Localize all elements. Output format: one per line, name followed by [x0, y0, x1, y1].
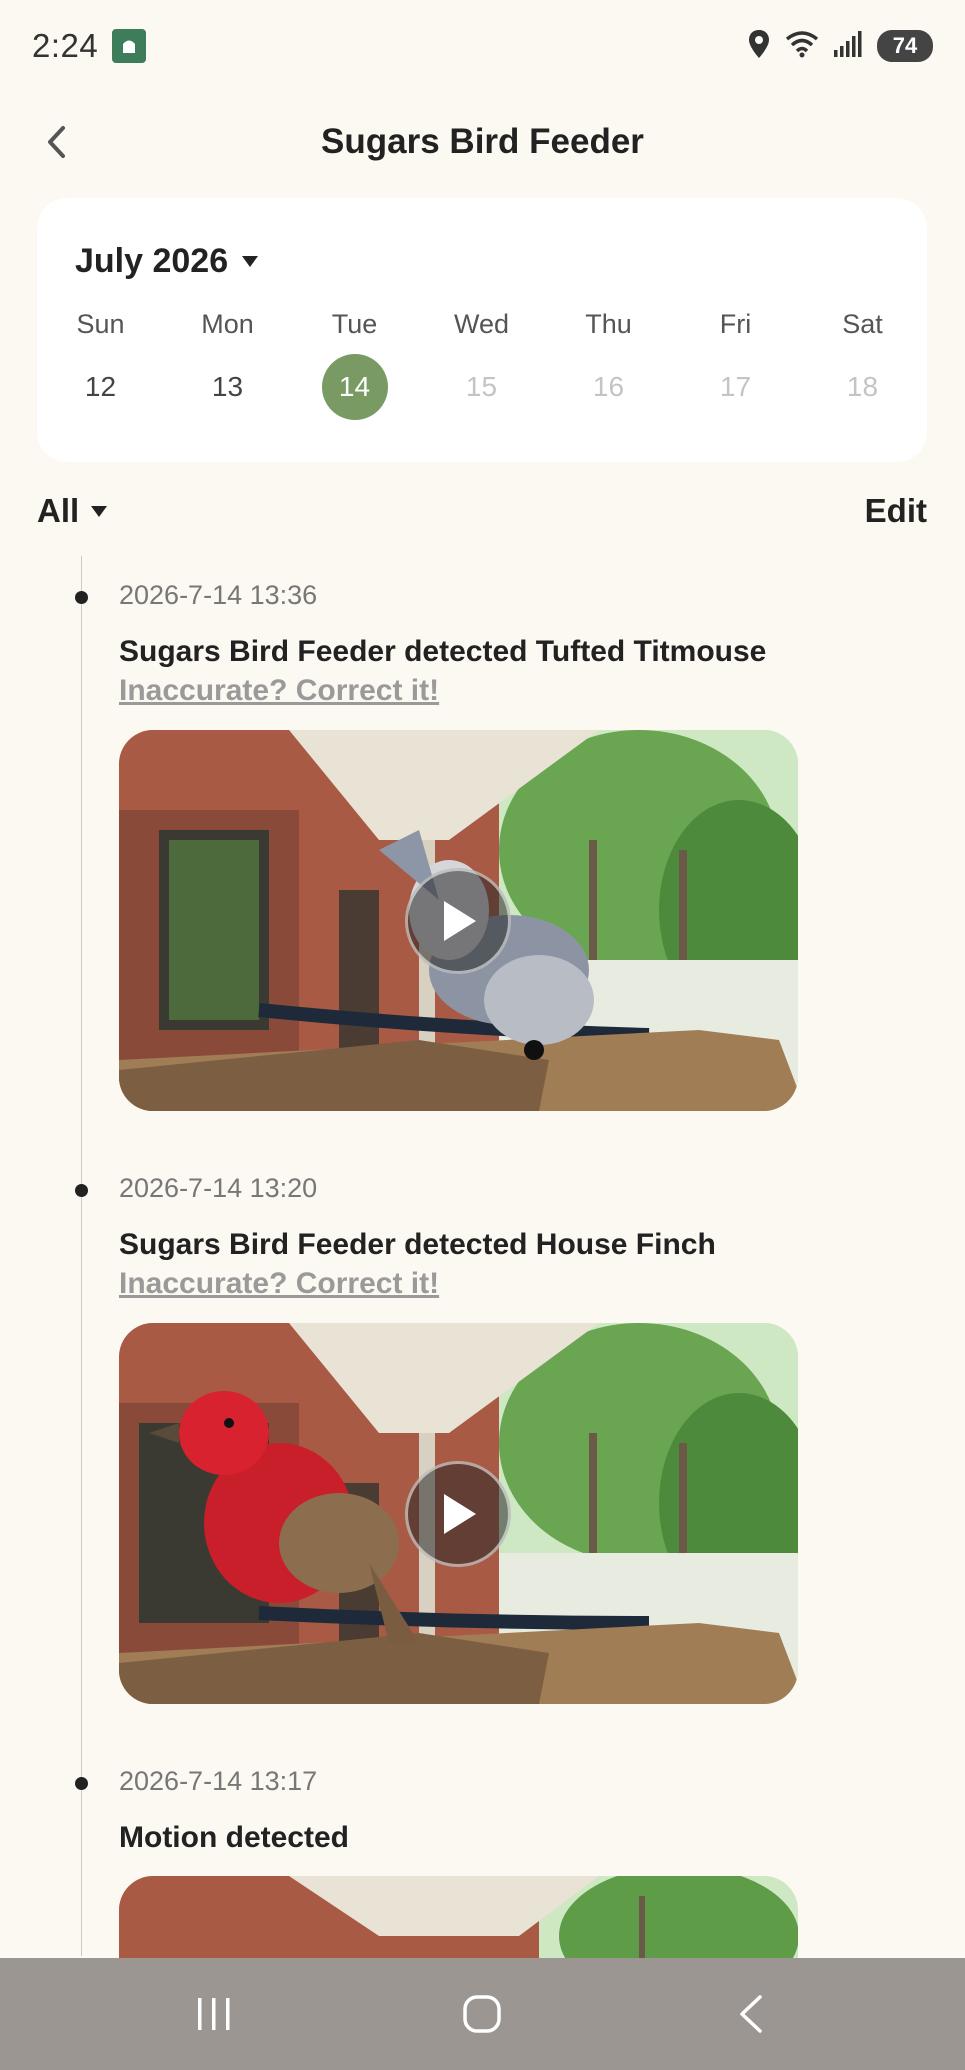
back-nav-button[interactable] — [711, 1974, 791, 2054]
page-title: Sugars Bird Feeder — [321, 122, 644, 161]
wifi-icon — [785, 30, 819, 63]
month-selector[interactable]: July 2026 — [75, 242, 259, 281]
system-nav-bar — [0, 1958, 965, 2070]
event-text: Motion detected — [119, 1821, 349, 1854]
date-14-selected[interactable]: 14 — [291, 354, 418, 420]
video-thumbnail[interactable] — [119, 1876, 798, 1958]
play-button[interactable] — [405, 868, 511, 974]
filter-row: All Edit — [37, 488, 927, 534]
video-thumbnail[interactable] — [119, 1323, 798, 1704]
play-icon — [444, 901, 476, 941]
weekday-label: Sun — [76, 308, 125, 339]
date-16: 16 — [592, 371, 625, 402]
event-text: Sugars Bird Feeder detected House Finch — [119, 1228, 716, 1261]
home-button[interactable] — [442, 1974, 522, 2054]
weekday-row: Sun Mon Tue Wed Thu Fri Sat — [37, 306, 927, 342]
video-thumbnail[interactable] — [119, 730, 798, 1111]
recent-apps-icon — [198, 1998, 230, 2030]
home-icon — [463, 1995, 502, 2033]
timeline-dot — [75, 1777, 88, 1790]
weekday-label: Wed — [453, 308, 510, 339]
back-arrow-icon — [740, 1995, 762, 2033]
timeline-dot — [75, 1184, 88, 1197]
month-label: July 2026 — [75, 242, 229, 280]
status-time: 2:24 — [32, 27, 99, 64]
date-13[interactable]: 13 — [164, 354, 291, 420]
battery-indicator: 74 — [877, 30, 933, 62]
calendar-card: July 2026 Sun Mon Tue Wed Thu Fri Sat 12… — [37, 198, 927, 462]
filter-dropdown[interactable]: All — [37, 492, 108, 530]
date-18: 18 — [846, 371, 879, 402]
caret-down-icon — [91, 505, 108, 517]
chevron-left-icon — [48, 126, 65, 158]
weekday-label: Thu — [585, 308, 632, 339]
motion-scene-image — [119, 1876, 798, 1958]
event-time: 2026-7-14 13:17 — [119, 1766, 318, 1796]
header: Sugars Bird Feeder — [0, 100, 965, 184]
date-12[interactable]: 12 — [37, 354, 164, 420]
location-icon — [747, 29, 771, 64]
weekday-label: Fri — [719, 308, 752, 339]
timeline-line — [81, 556, 82, 1956]
event-time: 2026-7-14 13:36 — [119, 580, 318, 610]
date-row: 12 13 14 15 16 17 18 — [37, 354, 927, 420]
status-bar: 2:24 74 — [0, 0, 965, 92]
status-right: 74 — [747, 29, 933, 64]
date-17: 17 — [719, 371, 752, 402]
correct-it-link[interactable]: Inaccurate? Correct it! — [119, 674, 439, 707]
back-button[interactable] — [34, 120, 78, 164]
app-notification-icon — [112, 29, 147, 63]
selected-date-circle: 14 — [321, 354, 388, 420]
event-description: Sugars Bird Feeder detected Tufted Titmo… — [119, 632, 819, 710]
play-icon — [444, 1494, 476, 1534]
filter-label: All — [37, 492, 80, 529]
play-button[interactable] — [405, 1461, 511, 1567]
event-time: 2026-7-14 13:20 — [119, 1173, 318, 1203]
weekday-label: Mon — [201, 308, 254, 339]
date-15: 15 — [465, 371, 498, 402]
recent-apps-button[interactable] — [174, 1974, 254, 2054]
weekday-label: Tue — [331, 308, 378, 339]
weekday-label: Sat — [842, 308, 883, 339]
status-left: 2:24 — [32, 27, 147, 65]
event-description: Motion detected — [119, 1818, 819, 1857]
timeline-dot — [75, 591, 88, 604]
caret-down-icon — [242, 256, 259, 267]
event-description: Sugars Bird Feeder detected House Finch … — [119, 1225, 819, 1303]
signal-icon — [833, 30, 863, 63]
correct-it-link[interactable]: Inaccurate? Correct it! — [119, 1267, 439, 1300]
event-text: Sugars Bird Feeder detected Tufted Titmo… — [119, 635, 767, 668]
edit-button[interactable]: Edit — [865, 492, 927, 530]
